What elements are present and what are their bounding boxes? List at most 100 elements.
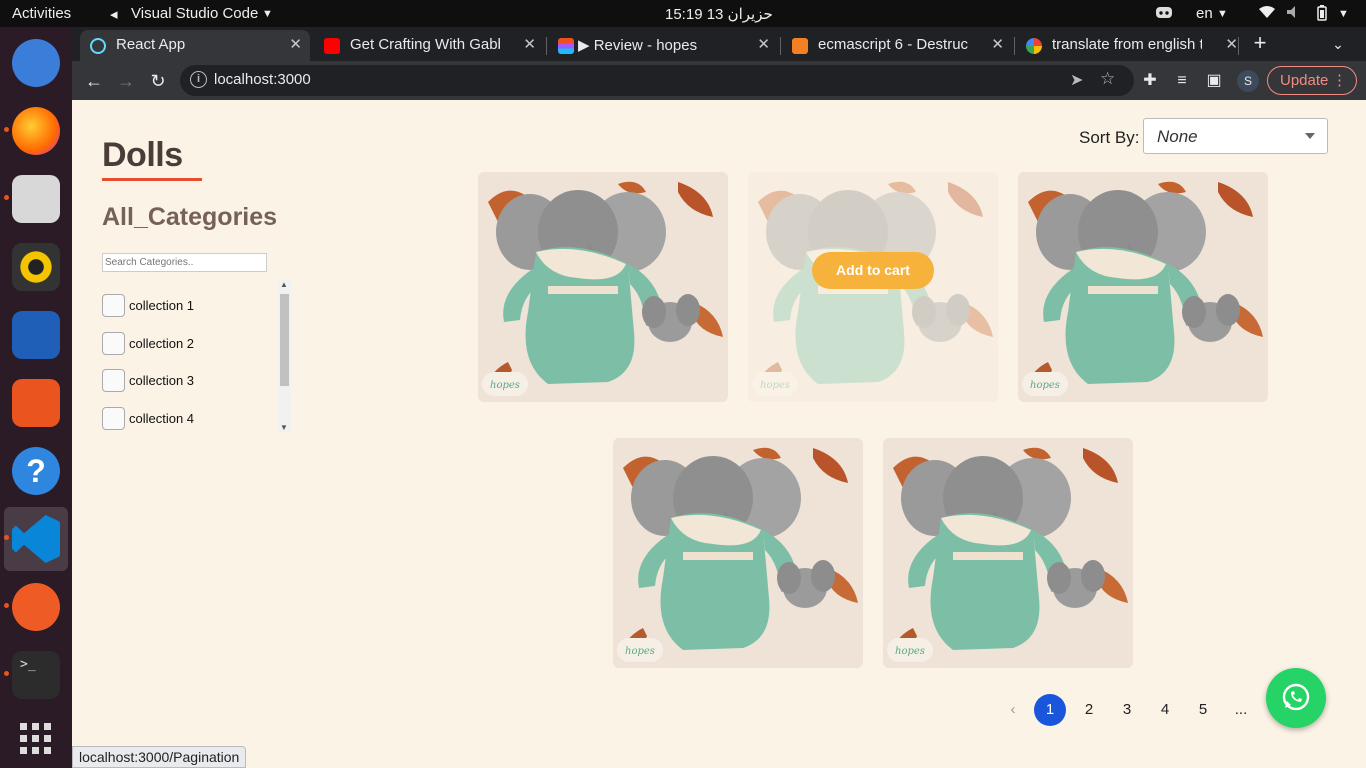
new-tab-icon[interactable]: + bbox=[1248, 31, 1272, 55]
product-image: hopes bbox=[478, 172, 728, 402]
whatsapp-button[interactable] bbox=[1266, 668, 1326, 728]
figma-favicon-icon bbox=[558, 38, 574, 54]
pagination-page[interactable]: 4 bbox=[1149, 694, 1181, 726]
libreoffice-writer-icon[interactable] bbox=[12, 311, 60, 359]
system-top-bar: Activities ◂ Visual Studio Code ▼ 15:19 … bbox=[0, 0, 1366, 27]
address-bar[interactable]: i localhost:3000 ➤ ☆ bbox=[180, 65, 1134, 96]
dropdown-arrow-icon bbox=[1305, 133, 1315, 139]
more-menu-icon: ⋮ bbox=[1332, 72, 1347, 89]
product-card[interactable]: hopes bbox=[1018, 172, 1268, 402]
pagination-ellipsis[interactable]: ... bbox=[1225, 694, 1257, 726]
close-tab-icon[interactable]: ✕ bbox=[1225, 35, 1238, 53]
product-image: hopes bbox=[613, 438, 863, 668]
close-tab-icon[interactable]: ✕ bbox=[991, 35, 1004, 53]
browser-tab-strip: React App ✕ Get Crafting With Gabby ✕ ▶ … bbox=[72, 27, 1366, 61]
sort-select[interactable]: None bbox=[1143, 118, 1328, 154]
category-scrollbar[interactable]: ▲ ▼ bbox=[278, 280, 291, 432]
tab-translate[interactable]: translate from english to ✕ bbox=[1016, 30, 1246, 61]
url-text[interactable]: localhost:3000 bbox=[214, 71, 311, 88]
reload-icon[interactable]: ↻ bbox=[146, 69, 170, 93]
postman-icon[interactable] bbox=[12, 583, 60, 631]
tab-label: React App bbox=[116, 36, 186, 53]
category-label: collection 4 bbox=[129, 411, 195, 426]
product-card[interactable]: hopes bbox=[478, 172, 728, 402]
category-checkbox[interactable] bbox=[102, 332, 125, 355]
forward-icon[interactable]: → bbox=[114, 69, 138, 93]
react-favicon-icon bbox=[90, 38, 106, 54]
product-card[interactable]: hopes bbox=[613, 438, 863, 668]
back-icon[interactable]: ← bbox=[82, 69, 106, 93]
site-info-icon[interactable]: i bbox=[190, 71, 207, 88]
svg-text:hopes: hopes bbox=[1030, 380, 1060, 391]
close-tab-icon[interactable]: ✕ bbox=[523, 35, 536, 53]
category-label: collection 2 bbox=[129, 336, 195, 351]
tab-search-chevron-icon[interactable]: ⌄ bbox=[1326, 32, 1350, 56]
dock: ? >_ bbox=[0, 27, 72, 768]
product-card[interactable]: hopes bbox=[883, 438, 1133, 668]
category-search-input[interactable] bbox=[102, 253, 267, 272]
close-tab-icon[interactable]: ✕ bbox=[289, 35, 302, 53]
tab-label: ▶ Review - hopes bbox=[578, 37, 698, 54]
app-center-icon[interactable] bbox=[12, 379, 60, 427]
wifi-icon[interactable] bbox=[1258, 5, 1276, 23]
close-tab-icon[interactable]: ✕ bbox=[757, 35, 770, 53]
product-card[interactable]: hopes Add to cart bbox=[748, 172, 998, 402]
vscode-app-icon: ◂ bbox=[110, 6, 118, 23]
activities-button[interactable]: Activities bbox=[12, 5, 71, 22]
pagination-prev-icon[interactable]: ‹ bbox=[997, 694, 1029, 726]
language-indicator[interactable]: en bbox=[1196, 5, 1213, 22]
tab-ecmascript[interactable]: ecmascript 6 - Destructu ✕ bbox=[782, 30, 1012, 61]
battery-icon[interactable] bbox=[1316, 5, 1328, 25]
system-menu-chevron-icon[interactable]: ▼ bbox=[1338, 8, 1349, 20]
add-to-cart-button[interactable]: Add to cart bbox=[812, 252, 934, 289]
pagination-page[interactable]: 1 bbox=[1034, 694, 1066, 726]
rhythmbox-icon[interactable] bbox=[12, 243, 60, 291]
pagination-page[interactable]: 3 bbox=[1111, 694, 1143, 726]
tab-label: ecmascript 6 - Destructu bbox=[818, 36, 968, 53]
categories-title: All_Categories bbox=[102, 203, 278, 231]
profile-avatar[interactable]: S bbox=[1237, 70, 1259, 92]
whatsapp-icon bbox=[1282, 683, 1310, 711]
firefox-icon[interactable] bbox=[12, 107, 60, 155]
category-list: collection 1 collection 2 collection 3 c… bbox=[102, 280, 292, 432]
category-checkbox[interactable] bbox=[102, 369, 125, 392]
pagination-page[interactable]: 5 bbox=[1187, 694, 1219, 726]
update-button[interactable]: Update ⋮ bbox=[1267, 66, 1357, 95]
media-controls-icon[interactable]: ≡ bbox=[1170, 69, 1194, 93]
terminal-icon[interactable]: >_ bbox=[12, 651, 60, 699]
extensions-icon[interactable]: ✚ bbox=[1138, 69, 1162, 93]
scrollbar-thumb[interactable] bbox=[280, 294, 289, 386]
tab-label: Get Crafting With Gabby bbox=[350, 36, 500, 53]
sort-label: Sort By: bbox=[1079, 128, 1140, 147]
discord-tray-icon[interactable] bbox=[1155, 5, 1173, 23]
category-checkbox[interactable] bbox=[102, 294, 125, 317]
files-icon[interactable] bbox=[12, 175, 60, 223]
send-tab-icon[interactable]: ➤ bbox=[1070, 70, 1083, 90]
scroll-down-icon[interactable]: ▼ bbox=[280, 423, 288, 432]
show-apps-icon[interactable] bbox=[12, 715, 60, 763]
sort-value: None bbox=[1157, 127, 1198, 146]
app-menu-chevron-icon: ▼ bbox=[262, 8, 273, 20]
tab-review-hopes[interactable]: ▶ Review - hopes ✕ bbox=[548, 30, 778, 61]
side-panel-icon[interactable]: ▣ bbox=[1202, 69, 1226, 93]
app-menu[interactable]: Visual Studio Code bbox=[131, 5, 258, 22]
tab-get-crafting[interactable]: Get Crafting With Gabby ✕ bbox=[314, 30, 544, 61]
category-label: collection 1 bbox=[129, 298, 195, 313]
stackoverflow-favicon-icon bbox=[792, 38, 808, 54]
pagination-page[interactable]: 2 bbox=[1073, 694, 1105, 726]
svg-text:hopes: hopes bbox=[625, 646, 655, 657]
thunderbird-icon[interactable] bbox=[12, 39, 60, 87]
volume-icon[interactable] bbox=[1285, 5, 1303, 23]
page-content: Dolls All_Categories collection 1 collec… bbox=[72, 100, 1366, 736]
title-underline bbox=[102, 178, 202, 181]
bookmark-star-icon[interactable]: ☆ bbox=[1100, 69, 1115, 89]
youtube-favicon-icon bbox=[324, 38, 340, 54]
tab-react-app[interactable]: React App ✕ bbox=[80, 30, 310, 61]
category-label: collection 3 bbox=[129, 373, 195, 388]
clock[interactable]: 15:19 13 حزيران bbox=[665, 5, 773, 23]
scroll-up-icon[interactable]: ▲ bbox=[280, 280, 288, 289]
help-icon[interactable]: ? bbox=[12, 447, 60, 495]
update-label: Update bbox=[1280, 72, 1329, 89]
svg-text:hopes: hopes bbox=[895, 646, 925, 657]
category-checkbox[interactable] bbox=[102, 407, 125, 430]
